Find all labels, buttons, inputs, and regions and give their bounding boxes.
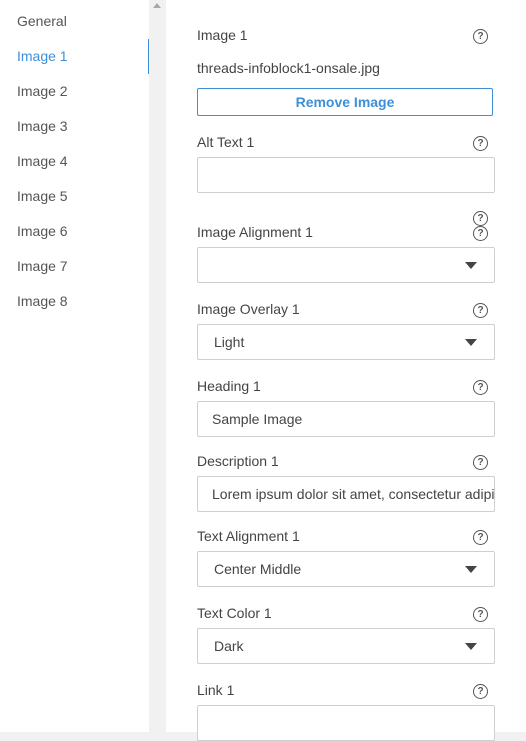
alt-text-label: Alt Text 1 — [197, 134, 255, 150]
image-label: Image 1 — [197, 27, 248, 43]
scroll-up-arrow-icon[interactable] — [153, 3, 161, 8]
sidebar-item-image-4[interactable]: Image 4 — [0, 144, 149, 179]
help-icon[interactable]: ? — [473, 684, 488, 699]
text-alignment-label: Text Alignment 1 — [197, 528, 300, 544]
text-alignment-value: Center Middle — [214, 561, 302, 577]
image-overlay-label: Image Overlay 1 — [197, 301, 300, 317]
image-filename: threads-infoblock1-onsale.jpg — [197, 60, 380, 76]
help-icon[interactable]: ? — [473, 530, 488, 545]
help-icon[interactable]: ? — [473, 29, 488, 44]
help-icon[interactable]: ? — [473, 455, 488, 470]
text-alignment-select[interactable]: Center Middle — [197, 551, 495, 587]
help-icon[interactable]: ? — [473, 226, 488, 241]
text-color-label: Text Color 1 — [197, 605, 272, 621]
link-input[interactable] — [197, 705, 495, 741]
sidebar-item-image-7[interactable]: Image 7 — [0, 249, 149, 284]
description-input[interactable]: Lorem ipsum dolor sit amet, consectetur … — [197, 476, 495, 512]
sidebar-item-image-1[interactable]: Image 1 — [0, 39, 150, 74]
sidebar-item-image-5[interactable]: Image 5 — [0, 179, 149, 214]
sidebar-item-image-8[interactable]: Image 8 — [0, 284, 149, 319]
image-overlay-value: Light — [214, 334, 245, 350]
sidebar-item-image-6[interactable]: Image 6 — [0, 214, 149, 249]
help-icon[interactable]: ? — [473, 211, 488, 226]
help-icon[interactable]: ? — [473, 607, 488, 622]
chevron-down-icon — [465, 262, 477, 269]
help-icon[interactable]: ? — [473, 380, 488, 395]
alt-text-input[interactable] — [197, 157, 495, 193]
text-color-value: Dark — [214, 638, 244, 654]
image-alignment-label: Image Alignment 1 — [197, 224, 313, 240]
sidebar: General Image 1 Image 2 Image 3 Image 4 … — [0, 0, 150, 732]
description-label: Description 1 — [197, 453, 279, 469]
help-icon[interactable]: ? — [473, 136, 488, 151]
sidebar-item-image-3[interactable]: Image 3 — [0, 109, 149, 144]
help-icon[interactable]: ? — [473, 303, 488, 318]
image-alignment-select[interactable] — [197, 247, 495, 283]
sidebar-item-general[interactable]: General — [0, 4, 149, 39]
chevron-down-icon — [465, 339, 477, 346]
heading-input[interactable]: Sample Image — [197, 401, 495, 437]
chevron-down-icon — [465, 643, 477, 650]
scrollbar[interactable] — [149, 0, 166, 732]
chevron-down-icon — [465, 566, 477, 573]
sidebar-item-image-2[interactable]: Image 2 — [0, 74, 149, 109]
settings-panel: Image 1 ? threads-infoblock1-onsale.jpg … — [166, 0, 526, 741]
image-overlay-select[interactable]: Light — [197, 324, 495, 360]
remove-image-button[interactable]: Remove Image — [197, 88, 493, 116]
link-label: Link 1 — [197, 682, 235, 698]
text-color-select[interactable]: Dark — [197, 628, 495, 664]
heading-label: Heading 1 — [197, 378, 261, 394]
